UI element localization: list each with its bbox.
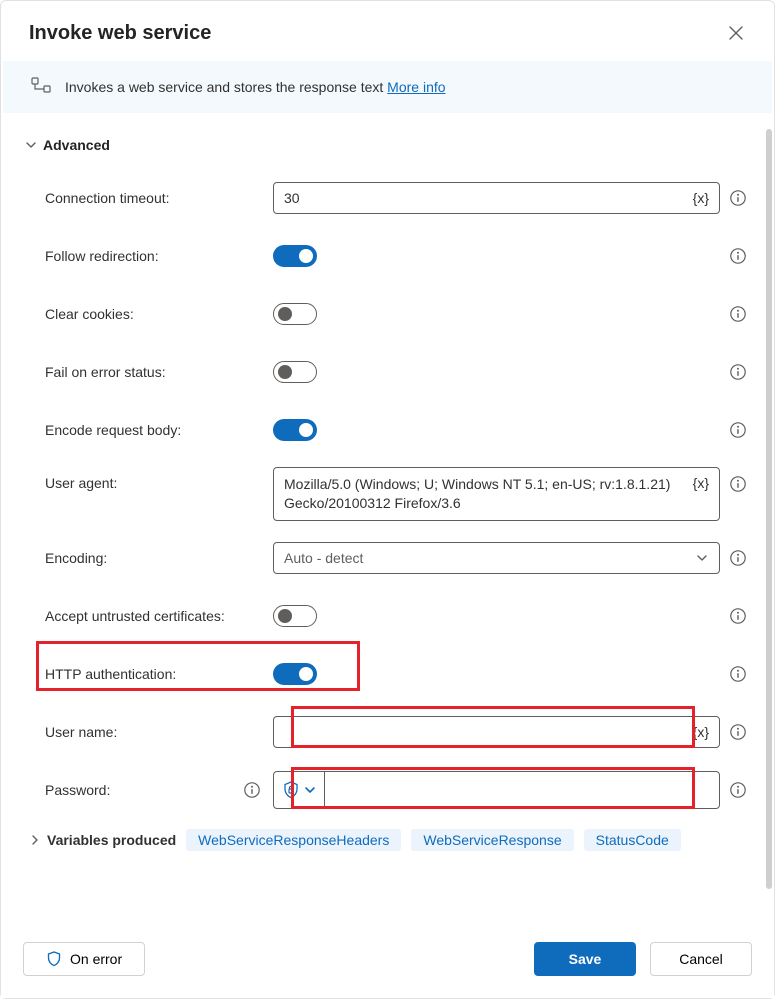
clear-cookies-label: Clear cookies: bbox=[25, 306, 273, 322]
variable-picker-icon[interactable]: {x} bbox=[693, 724, 709, 740]
save-button[interactable]: Save bbox=[534, 942, 636, 976]
more-info-link[interactable]: More info bbox=[387, 79, 445, 95]
chevron-down-icon bbox=[25, 139, 37, 151]
encoding-label: Encoding: bbox=[25, 550, 273, 566]
encoding-select[interactable]: Auto - detect bbox=[273, 542, 720, 574]
scrollbar[interactable] bbox=[766, 129, 772, 889]
chevron-down-icon bbox=[304, 784, 316, 796]
close-button[interactable] bbox=[722, 19, 750, 47]
chevron-right-icon bbox=[29, 834, 41, 846]
info-icon[interactable] bbox=[729, 665, 747, 683]
info-banner: Invokes a web service and stores the res… bbox=[3, 61, 772, 113]
close-icon bbox=[729, 26, 743, 40]
username-input[interactable]: {x} bbox=[273, 716, 720, 748]
variable-chip[interactable]: StatusCode bbox=[584, 829, 681, 851]
variables-produced-label: Variables produced bbox=[47, 832, 176, 848]
username-label: User name: bbox=[25, 724, 273, 740]
lock-icon bbox=[282, 781, 300, 799]
follow-redirection-label: Follow redirection: bbox=[25, 248, 273, 264]
password-mode-dropdown[interactable] bbox=[274, 772, 325, 808]
info-icon[interactable] bbox=[729, 305, 747, 323]
http-auth-toggle[interactable] bbox=[273, 663, 317, 685]
fail-on-error-label: Fail on error status: bbox=[25, 364, 273, 380]
http-auth-label: HTTP authentication: bbox=[25, 666, 273, 682]
variable-picker-icon[interactable]: {x} bbox=[693, 190, 709, 206]
variable-chip[interactable]: WebServiceResponse bbox=[411, 829, 573, 851]
info-icon[interactable] bbox=[729, 549, 747, 567]
advanced-section-toggle[interactable]: Advanced bbox=[25, 137, 756, 153]
on-error-button[interactable]: On error bbox=[23, 942, 145, 976]
fail-on-error-toggle[interactable] bbox=[273, 361, 317, 383]
web-service-icon bbox=[31, 77, 51, 97]
info-icon[interactable] bbox=[729, 189, 747, 207]
cancel-button[interactable]: Cancel bbox=[650, 942, 752, 976]
user-agent-label: User agent: bbox=[25, 467, 273, 491]
accept-untrusted-label: Accept untrusted certificates: bbox=[25, 608, 273, 624]
variable-picker-icon[interactable]: {x} bbox=[693, 475, 709, 491]
advanced-label: Advanced bbox=[43, 137, 110, 153]
connection-timeout-input[interactable]: 30 {x} bbox=[273, 182, 720, 214]
info-icon[interactable] bbox=[729, 247, 747, 265]
variable-chip[interactable]: WebServiceResponseHeaders bbox=[186, 829, 401, 851]
encode-request-body-toggle[interactable] bbox=[273, 419, 317, 441]
password-label: Password: bbox=[25, 781, 273, 799]
user-agent-input[interactable]: Mozilla/5.0 (Windows; U; Windows NT 5.1;… bbox=[273, 467, 720, 521]
info-icon[interactable] bbox=[729, 475, 747, 493]
accept-untrusted-toggle[interactable] bbox=[273, 605, 317, 627]
info-icon[interactable] bbox=[729, 421, 747, 439]
banner-text: Invokes a web service and stores the res… bbox=[65, 79, 446, 95]
encode-request-body-label: Encode request body: bbox=[25, 422, 273, 438]
info-icon[interactable] bbox=[729, 607, 747, 625]
shield-icon bbox=[46, 951, 62, 967]
chevron-down-icon bbox=[695, 551, 709, 565]
password-value[interactable] bbox=[325, 772, 719, 808]
password-input[interactable] bbox=[273, 771, 720, 809]
info-icon[interactable] bbox=[729, 781, 747, 799]
clear-cookies-toggle[interactable] bbox=[273, 303, 317, 325]
dialog-title: Invoke web service bbox=[29, 22, 211, 45]
info-icon[interactable] bbox=[243, 781, 261, 799]
connection-timeout-label: Connection timeout: bbox=[25, 190, 273, 206]
info-icon[interactable] bbox=[729, 363, 747, 381]
info-icon[interactable] bbox=[729, 723, 747, 741]
variables-produced-toggle[interactable]: Variables produced bbox=[29, 832, 176, 848]
follow-redirection-toggle[interactable] bbox=[273, 245, 317, 267]
